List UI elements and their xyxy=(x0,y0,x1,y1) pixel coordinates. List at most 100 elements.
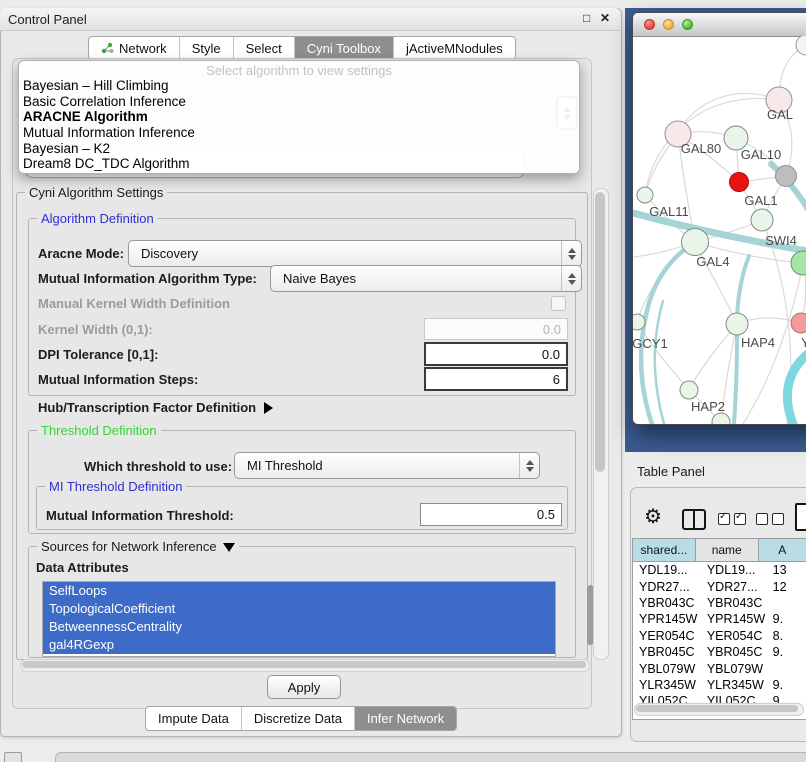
table-cell: 9. xyxy=(769,645,806,659)
table-cell: YER054C xyxy=(633,629,701,643)
dpi-tolerance-field[interactable]: 0.0 xyxy=(424,342,568,366)
mi-threshold-label: Mutual Information Threshold: xyxy=(46,508,234,523)
list-item-selected[interactable]: BetweennessCentrality xyxy=(43,618,555,636)
sources-title[interactable]: Sources for Network Inference xyxy=(37,539,239,554)
hub-definition-toggle[interactable]: Hub/Transcription Factor Definition xyxy=(38,400,273,415)
node-gal11[interactable] xyxy=(637,187,653,203)
table-cell: 8. xyxy=(769,629,806,643)
node-red[interactable] xyxy=(730,173,749,192)
node-cut-top-right[interactable] xyxy=(796,36,806,55)
zoom-traffic-light[interactable] xyxy=(682,19,693,30)
tab-select[interactable]: Select xyxy=(234,37,295,59)
close-traffic-light[interactable] xyxy=(644,19,655,30)
bottom-tabbar: Impute Data Discretize Data Infer Networ… xyxy=(145,706,457,731)
dropdown-item[interactable]: Basic Correlation Inference xyxy=(23,94,575,110)
select-all-columns-icon[interactable] xyxy=(718,513,746,525)
table-cell: YDR27... xyxy=(633,580,701,594)
control-panel-titlebar[interactable] xyxy=(0,8,620,31)
dropdown-item[interactable]: Dream8 DC_TDC Algorithm xyxy=(23,156,575,172)
network-window-titlebar[interactable] xyxy=(633,13,806,37)
node-bottom-cut[interactable] xyxy=(712,413,730,424)
tab-style[interactable]: Style xyxy=(180,37,234,59)
settings-group-title: Cyni Algorithm Settings xyxy=(25,185,167,200)
float-window-icon[interactable]: □ xyxy=(583,11,590,25)
dropdown-prompt: Select algorithm to view settings xyxy=(19,63,579,78)
network-view-window: GAL GAL80 GAL10 GAL11 GAL1 SWI4 GAL4 GCY… xyxy=(632,12,806,425)
node-label-hap4: HAP4 xyxy=(741,335,775,350)
node-y[interactable] xyxy=(791,313,806,333)
table-cell: YBL079W xyxy=(633,662,701,676)
table-cell: 9. xyxy=(769,678,806,692)
list-item-selected[interactable]: TopologicalCoefficient xyxy=(43,600,555,618)
kernel-width-field[interactable]: 0.0 xyxy=(424,318,568,340)
node-swi4[interactable] xyxy=(791,251,806,275)
mi-algorithm-type-select[interactable]: Naive Bayes xyxy=(270,265,582,292)
dropdown-item[interactable]: Mutual Information Inference xyxy=(23,125,575,141)
data-attributes-label: Data Attributes xyxy=(36,560,129,575)
column-header-partial[interactable]: A xyxy=(759,539,806,561)
dropdown-item[interactable]: Bayesian – K2 xyxy=(23,141,575,157)
tab-jactivemnodules[interactable]: jActiveMNodules xyxy=(394,37,515,59)
gear-icon[interactable]: ⚙ xyxy=(644,506,662,528)
table-row[interactable]: YBR045CYBR045C9. xyxy=(633,644,806,660)
table-cell: YPR145W xyxy=(701,612,769,626)
dropdown-item[interactable]: Bayesian – Hill Climbing xyxy=(23,78,575,94)
table-row[interactable]: YDL19...YDL19...13 xyxy=(633,562,806,578)
table-row[interactable]: YLR345WYLR345W9. xyxy=(633,677,806,693)
columns-icon[interactable] xyxy=(682,509,706,530)
bottom-dock-bar[interactable] xyxy=(55,752,806,762)
mi-algorithm-type-label: Mutual Information Algorithm Type: xyxy=(38,271,257,286)
node-hap2[interactable] xyxy=(680,381,698,399)
column-header-shared-name[interactable]: shared... xyxy=(633,539,696,561)
node-label-y: Y xyxy=(801,335,806,350)
table-cell: YLR345W xyxy=(633,678,701,692)
table-cell: 12 xyxy=(769,580,806,594)
dpi-tolerance-label: DPI Tolerance [0,1]: xyxy=(38,347,158,362)
tab-infer-network[interactable]: Infer Network xyxy=(355,707,456,730)
node-hap4[interactable] xyxy=(726,313,748,335)
table-cell: YBR043C xyxy=(633,596,701,610)
aracne-mode-select[interactable]: Discovery xyxy=(128,240,582,267)
tab-network[interactable]: Network xyxy=(89,37,180,59)
close-window-icon[interactable]: ✕ xyxy=(600,11,610,25)
which-threshold-select[interactable]: MI Threshold xyxy=(234,452,540,479)
settings-horizontal-scrollbar[interactable] xyxy=(20,659,590,672)
node-table: shared... name A YDL19...YDL19...13 YDR27… xyxy=(632,538,806,720)
table-row[interactable]: YDR27...YDR27...12 xyxy=(633,578,806,594)
table-row[interactable]: YPR145WYPR145W9. xyxy=(633,611,806,627)
network-canvas[interactable]: GAL GAL80 GAL10 GAL11 GAL1 SWI4 GAL4 GCY… xyxy=(633,36,806,424)
minimize-traffic-light[interactable] xyxy=(663,19,674,30)
column-header-name[interactable]: name xyxy=(696,539,759,561)
expand-right-icon xyxy=(264,402,273,414)
node-gal4[interactable] xyxy=(682,229,709,256)
table-row[interactable]: YBR043CYBR043C xyxy=(633,595,806,611)
table-cell: YDL19... xyxy=(633,563,701,577)
apply-button[interactable]: Apply xyxy=(267,675,341,699)
node-gray[interactable] xyxy=(776,166,797,187)
manual-kernel-width-checkbox[interactable] xyxy=(551,296,566,311)
node-gcy1[interactable] xyxy=(633,314,645,330)
tab-discretize-data[interactable]: Discretize Data xyxy=(242,707,355,730)
tab-impute-data[interactable]: Impute Data xyxy=(146,707,242,730)
table-row[interactable]: YER054CYER054C8. xyxy=(633,628,806,644)
tab-cyni-toolbox[interactable]: Cyni Toolbox xyxy=(295,37,394,59)
node-gal1[interactable] xyxy=(751,209,773,231)
table-cell: YLR345W xyxy=(701,678,769,692)
node-label-gal11: GAL11 xyxy=(649,204,689,219)
kernel-width-label: Kernel Width (0,1): xyxy=(38,322,153,337)
new-table-icon[interactable] xyxy=(795,503,806,531)
settings-vertical-scrollbar[interactable] xyxy=(593,188,609,660)
table-row[interactable]: YBL079WYBL079W xyxy=(633,660,806,676)
algorithm-dropdown-list: Select algorithm to view settings Bayesi… xyxy=(18,60,580,174)
dropdown-item-selected[interactable]: ARACNE Algorithm xyxy=(23,109,575,125)
deselect-all-columns-icon[interactable] xyxy=(756,513,784,525)
mi-threshold-field[interactable]: 0.5 xyxy=(420,503,562,526)
node-label-swi4: SWI4 xyxy=(765,233,797,248)
node-label-gal1: GAL1 xyxy=(744,193,777,208)
table-horizontal-scrollbar[interactable] xyxy=(634,703,804,716)
minimized-panel-icon[interactable] xyxy=(4,752,22,762)
mi-steps-label: Mutual Information Steps: xyxy=(38,372,198,387)
list-item-selected[interactable]: SelfLoops xyxy=(43,582,555,600)
mi-steps-field[interactable]: 6 xyxy=(424,367,568,391)
list-item-selected[interactable]: gal4RGexp xyxy=(43,636,555,654)
